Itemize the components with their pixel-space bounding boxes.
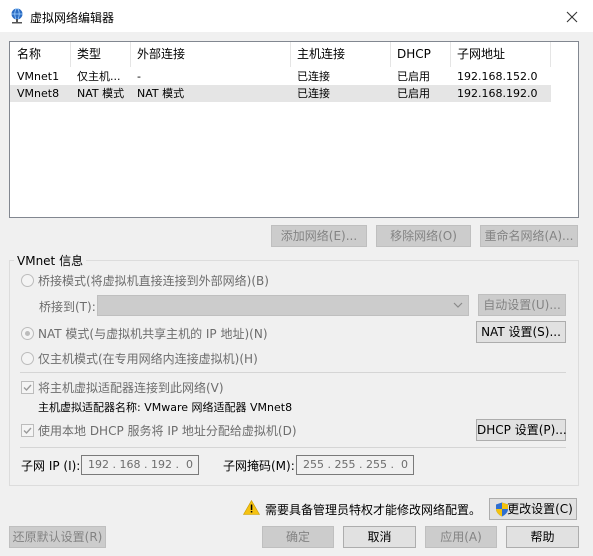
dhcp-label: 使用本地 DHCP 服务将 IP 地址分配给虚拟机(D) bbox=[38, 424, 297, 438]
title-bar: 虚拟网络编辑器 bbox=[0, 0, 593, 32]
divider bbox=[20, 447, 566, 448]
close-icon[interactable] bbox=[563, 8, 581, 26]
nat-label: NAT 模式(与虚拟机共享主机的 IP 地址)(N) bbox=[38, 327, 268, 341]
change-settings-label: 更改设置(C) bbox=[507, 502, 573, 516]
column-header-host[interactable]: 主机连接 bbox=[290, 42, 390, 67]
cell-name: VMnet8 bbox=[17, 87, 60, 100]
chevron-down-icon bbox=[453, 302, 463, 308]
ok-button[interactable]: 确定 bbox=[262, 526, 334, 548]
divider bbox=[20, 372, 566, 373]
bridged-to-label: 桥接到(T): bbox=[39, 300, 96, 314]
vmnet-info-title: VMnet 信息 bbox=[14, 252, 87, 269]
list-header: 名称 类型 外部连接 主机连接 DHCP 子网地址 bbox=[10, 42, 578, 67]
hostonly-radio[interactable] bbox=[21, 352, 34, 365]
remove-network-button[interactable]: 移除网络(O) bbox=[376, 225, 471, 247]
adapter-name-label: 主机虚拟适配器名称: VMware 网络适配器 VMnet8 bbox=[38, 401, 293, 414]
cell-type: NAT 模式 bbox=[77, 87, 125, 100]
bridged-to-select[interactable] bbox=[97, 295, 469, 316]
restore-defaults-button[interactable]: 还原默认设置(R) bbox=[9, 526, 106, 548]
checkmark-icon bbox=[23, 384, 32, 392]
warning-icon bbox=[243, 500, 260, 515]
nat-radio[interactable] bbox=[21, 327, 34, 340]
rename-network-button[interactable]: 重命名网络(A)... bbox=[480, 225, 578, 247]
cell-subnet: 192.168.152.0 bbox=[457, 70, 538, 83]
add-network-button[interactable]: 添加网络(E)... bbox=[271, 225, 367, 247]
bridged-radio[interactable] bbox=[21, 274, 34, 287]
admin-warning-text: 需要具备管理员特权才能修改网络配置。 bbox=[265, 503, 482, 517]
dhcp-checkbox[interactable] bbox=[21, 424, 34, 437]
hostonly-label: 仅主机模式(在专用网络内连接虚拟机)(H) bbox=[38, 352, 258, 366]
table-row[interactable]: VMnet1 仅主机... - 已连接 已启用 192.168.152.0 bbox=[10, 68, 578, 85]
table-row-selected[interactable]: VMnet8 NAT 模式 NAT 模式 已连接 已启用 192.168.192… bbox=[10, 85, 551, 102]
subnet-ip-field[interactable]: 192 . 168 . 192 . 0 bbox=[81, 455, 199, 475]
column-header-dhcp[interactable]: DHCP bbox=[390, 42, 450, 67]
apply-button[interactable]: 应用(A) bbox=[425, 526, 497, 548]
subnet-mask-field[interactable]: 255 . 255 . 255 . 0 bbox=[296, 455, 414, 475]
column-header-external[interactable]: 外部连接 bbox=[130, 42, 290, 67]
column-header-subnet[interactable]: 子网地址 bbox=[450, 42, 550, 67]
auto-settings-button[interactable]: 自动设置(U)... bbox=[478, 294, 566, 316]
cell-external: NAT 模式 bbox=[137, 87, 185, 100]
cell-subnet: 192.168.192.0 bbox=[457, 87, 538, 100]
cell-dhcp: 已启用 bbox=[397, 70, 430, 83]
column-header-type[interactable]: 类型 bbox=[70, 42, 130, 67]
cell-host: 已连接 bbox=[297, 70, 330, 83]
column-header-name[interactable]: 名称 bbox=[10, 42, 70, 67]
connect-adapter-label: 将主机虚拟适配器连接到此网络(V) bbox=[38, 381, 224, 395]
checkmark-icon bbox=[23, 427, 32, 435]
help-button[interactable]: 帮助 bbox=[506, 526, 579, 548]
cell-host: 已连接 bbox=[297, 87, 330, 100]
bridged-label: 桥接模式(将虚拟机直接连接到外部网络)(B) bbox=[38, 274, 269, 288]
cell-type: 仅主机... bbox=[77, 70, 121, 83]
network-list[interactable]: 名称 类型 外部连接 主机连接 DHCP 子网地址 VMnet1 仅主机... … bbox=[9, 41, 579, 218]
uac-shield-icon bbox=[496, 502, 508, 517]
nat-settings-button[interactable]: NAT 设置(S)... bbox=[476, 321, 566, 343]
cell-dhcp: 已启用 bbox=[397, 87, 430, 100]
connect-adapter-checkbox[interactable] bbox=[21, 381, 34, 394]
network-globe-icon bbox=[11, 8, 23, 24]
subnet-mask-label: 子网掩码(M): bbox=[223, 459, 295, 473]
cell-external: - bbox=[137, 70, 141, 83]
subnet-ip-label: 子网 IP (I): bbox=[21, 459, 81, 473]
window-title: 虚拟网络编辑器 bbox=[30, 11, 115, 25]
dhcp-settings-button[interactable]: DHCP 设置(P)... bbox=[476, 419, 567, 441]
cell-name: VMnet1 bbox=[17, 70, 60, 83]
cancel-button[interactable]: 取消 bbox=[343, 526, 416, 548]
change-settings-button[interactable]: 更改设置(C) bbox=[489, 498, 577, 520]
